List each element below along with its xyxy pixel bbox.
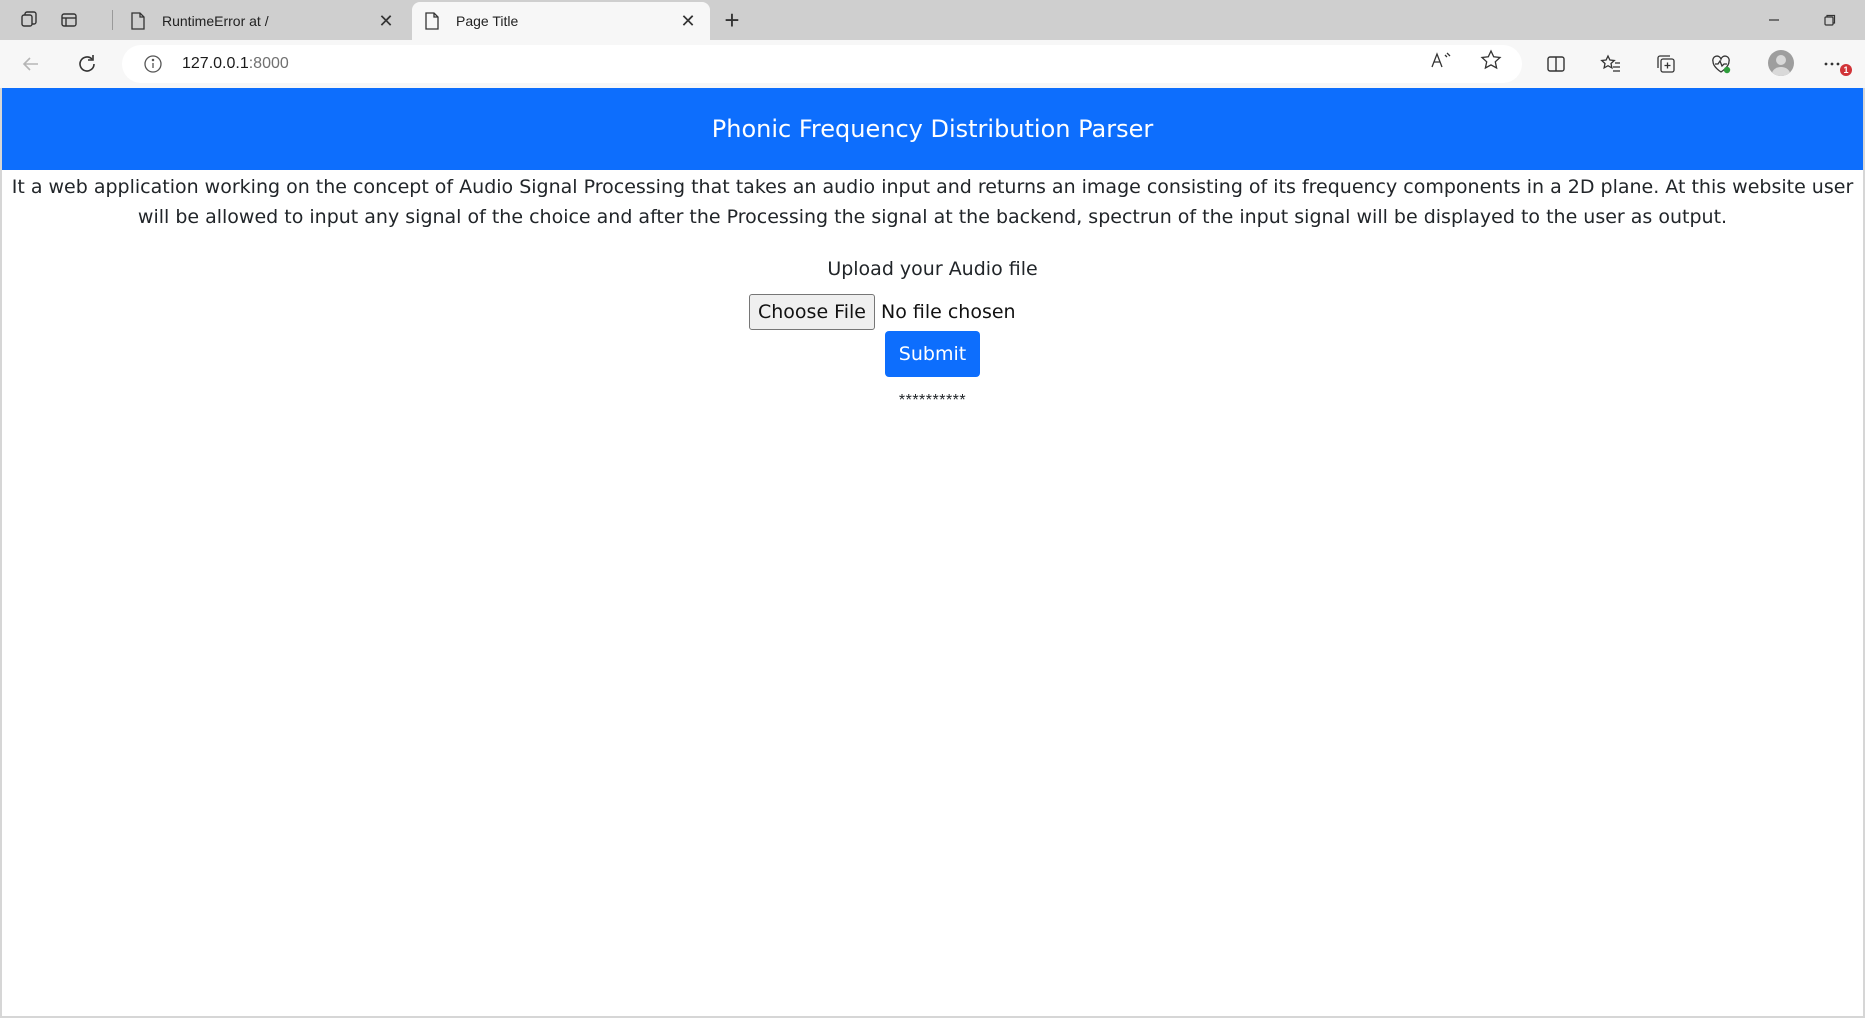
close-tab-icon[interactable]: ✕ bbox=[678, 11, 698, 31]
refresh-icon[interactable] bbox=[70, 48, 104, 80]
browser-toolbar: 127.0.0.1:8000 bbox=[0, 40, 1865, 88]
page-description: It a web application working on the conc… bbox=[11, 176, 1854, 228]
browser-essentials-icon[interactable] bbox=[1706, 50, 1736, 78]
notification-badge: 1 bbox=[1840, 64, 1852, 76]
profile-avatar[interactable] bbox=[1768, 50, 1794, 76]
document-icon bbox=[425, 12, 439, 30]
document-icon bbox=[131, 12, 145, 30]
tab-actions-icon[interactable] bbox=[52, 6, 86, 34]
restore-button[interactable] bbox=[1810, 4, 1850, 36]
page-viewport: Phonic Frequency Distribution Parser It … bbox=[2, 88, 1863, 1016]
submit-button[interactable]: Submit bbox=[885, 331, 980, 377]
tab-page-title[interactable]: Page Title ✕ bbox=[412, 2, 710, 40]
tab-separator bbox=[112, 10, 113, 30]
favorites-icon[interactable] bbox=[1596, 50, 1626, 78]
read-aloud-icon[interactable] bbox=[1428, 48, 1454, 72]
upload-label: Upload your Audio file bbox=[827, 258, 1038, 280]
favorite-star-icon[interactable] bbox=[1478, 48, 1504, 72]
workspaces-icon[interactable] bbox=[12, 6, 46, 34]
result-placeholder: ********** bbox=[898, 392, 967, 409]
close-tab-icon[interactable]: ✕ bbox=[376, 11, 396, 31]
navbar: Phonic Frequency Distribution Parser bbox=[2, 88, 1863, 170]
back-icon[interactable] bbox=[14, 48, 48, 80]
minimize-button[interactable] bbox=[1754, 4, 1794, 36]
collections-icon[interactable] bbox=[1651, 50, 1681, 78]
site-info-icon[interactable] bbox=[142, 53, 164, 75]
navbar-brand[interactable]: Phonic Frequency Distribution Parser bbox=[712, 115, 1153, 143]
tab-title: Page Title bbox=[456, 13, 519, 29]
choose-file-button[interactable]: Choose File bbox=[749, 294, 875, 330]
file-status-text: No file chosen bbox=[880, 301, 1016, 323]
browser-tab-strip: RuntimeError at / ✕ Page Title ✕ + bbox=[0, 0, 1865, 40]
file-input[interactable]: Choose File No file chosen bbox=[749, 294, 1016, 330]
new-tab-button[interactable]: + bbox=[718, 5, 746, 35]
tab-title: RuntimeError at / bbox=[162, 13, 269, 29]
address-url: 127.0.0.1:8000 bbox=[182, 55, 289, 72]
tab-runtime-error[interactable]: RuntimeError at / ✕ bbox=[118, 2, 408, 40]
address-bar[interactable]: 127.0.0.1:8000 bbox=[122, 45, 1522, 83]
split-screen-icon[interactable] bbox=[1541, 50, 1571, 78]
